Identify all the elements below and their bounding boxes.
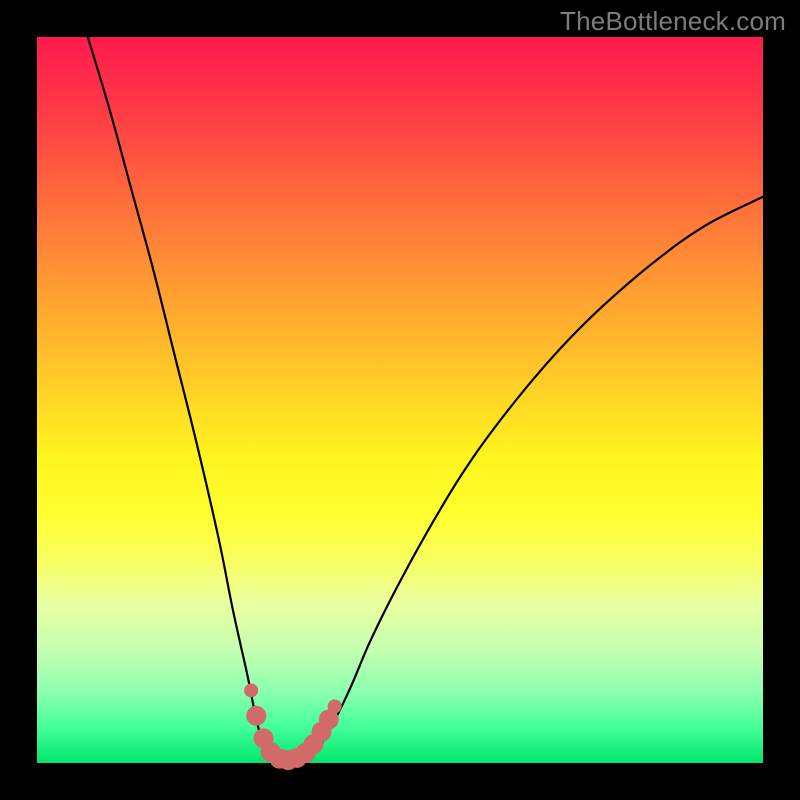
bottleneck-curve [88, 37, 763, 764]
highlight-point [246, 706, 266, 726]
watermark-label: TheBottleneck.com [560, 6, 786, 37]
outer-frame: TheBottleneck.com [0, 0, 800, 800]
plot-area [37, 37, 763, 763]
highlight-point [328, 699, 342, 713]
highlight-point [244, 683, 258, 697]
chart-svg [37, 37, 763, 763]
